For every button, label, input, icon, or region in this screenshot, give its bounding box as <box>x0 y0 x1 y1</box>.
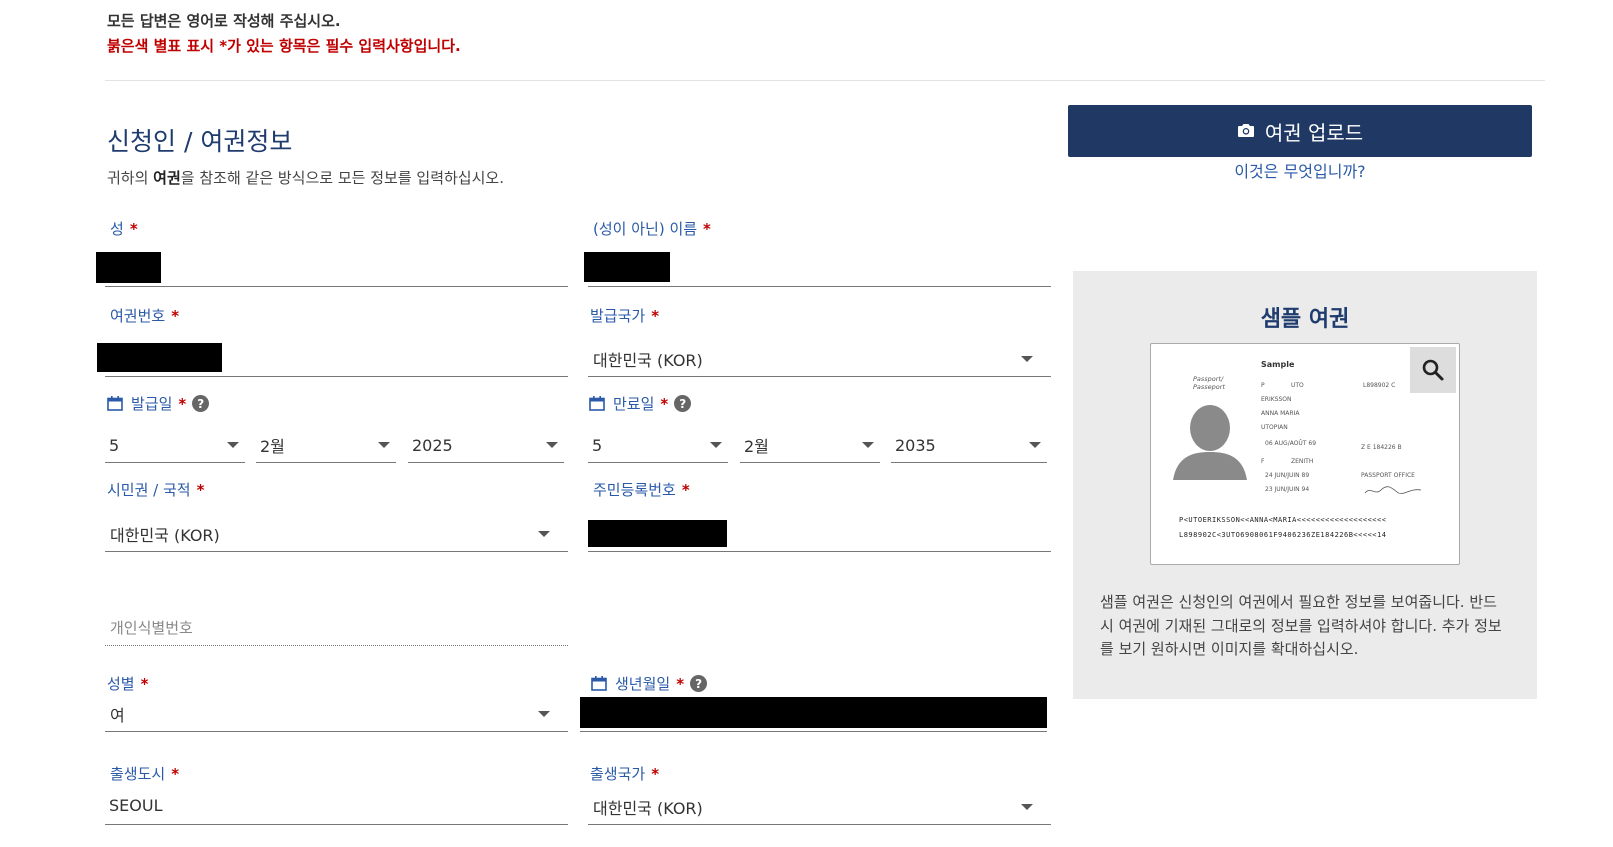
sex-label: 성별 * <box>107 674 149 694</box>
birth-city-input[interactable]: SEOUL <box>105 790 568 825</box>
issue-date-label: 발급일 *? <box>107 393 210 414</box>
upload-button-label: 여권 업로드 <box>1264 120 1364 145</box>
pp-sex: F <box>1261 458 1265 465</box>
given-name-input[interactable] <box>584 252 1051 287</box>
pp-number: L898902 C <box>1363 382 1396 389</box>
expiry-month-value: 2월 <box>744 437 769 456</box>
sample-passport-panel: 샘플 여권 Sample Passport/ Passeport P UTO L… <box>1073 271 1537 699</box>
chevron-down-icon <box>378 442 390 448</box>
expiry-month-select[interactable]: 2월 <box>740 428 880 463</box>
issue-day-select[interactable]: 5 <box>105 428 245 463</box>
birth-country-value: 대한민국 (KOR) <box>593 799 703 818</box>
expiry-date-label: 만료일 *? <box>589 393 692 414</box>
chevron-down-icon <box>862 442 874 448</box>
chevron-down-icon <box>710 442 722 448</box>
help-icon[interactable]: ? <box>192 395 210 412</box>
sample-passport-title: 샘플 여권 <box>1260 307 1350 332</box>
required-notice: 붉은색 별표 표시 *가 있는 항목은 필수 입력사항입니다. <box>107 37 461 55</box>
expiry-year-select[interactable]: 2035 <box>891 428 1047 463</box>
english-notice: 모든 답변은 영어로 작성해 주십시오. <box>107 12 341 30</box>
issue-year-select[interactable]: 2025 <box>408 428 564 463</box>
passport-number-input[interactable] <box>97 342 568 377</box>
issuing-country-select[interactable]: 대한민국 (KOR) <box>588 342 1051 377</box>
chevron-down-icon <box>227 442 239 448</box>
issuing-country-value: 대한민국 (KOR) <box>593 351 703 370</box>
calendar-icon <box>589 396 605 411</box>
pp-mrz-line2: L898902C<3UTO6908061F9406236ZE184226B<<<… <box>1179 531 1387 539</box>
sample-passport-heading: Sample <box>1261 360 1295 369</box>
personal-id-input[interactable]: 개인식별번호 <box>105 611 568 646</box>
sex-select[interactable]: 여 <box>105 697 568 732</box>
citizenship-label: 시민권 / 국적 * <box>107 480 205 500</box>
passport-label: Passport/ Passeport <box>1193 375 1225 391</box>
calendar-icon <box>591 676 607 691</box>
chevron-down-icon <box>1021 356 1033 362</box>
pp-birth-date: 06 AUG/AOÛT 69 <box>1265 440 1317 447</box>
given-name-label: (성이 아닌) 이름 * <box>593 219 711 239</box>
birth-country-select[interactable]: 대한민국 (KOR) <box>588 790 1051 825</box>
pp-issue-date: 24 JUN/JUIN 89 <box>1265 472 1310 479</box>
birth-date-label: 생년월일 *? <box>591 673 708 694</box>
silhouette-icon <box>1173 405 1247 480</box>
birth-country-label: 출생국가 * <box>590 764 660 784</box>
pp-mrz-line1: P<UTOERIKSSON<<ANNA<MARIA<<<<<<<<<<<<<<<… <box>1179 516 1387 524</box>
issue-year-value: 2025 <box>412 435 453 455</box>
sample-passport-image[interactable]: Sample Passport/ Passeport P UTO L898902… <box>1150 343 1460 565</box>
pp-country: UTO <box>1291 382 1304 389</box>
resident-number-input[interactable] <box>588 517 1051 552</box>
passport-number-label: 여권번호 * <box>110 306 180 326</box>
what-is-this-link[interactable]: 이것은 무엇입니까? <box>1068 158 1532 182</box>
search-icon <box>1422 359 1444 381</box>
pp-given: ANNA MARIA <box>1261 410 1300 417</box>
pp-authority: PASSPORT OFFICE <box>1361 472 1415 479</box>
pp-type: P <box>1261 382 1265 389</box>
sample-passport-description: 샘플 여권은 신청인의 여권에서 필요한 정보를 보여줍니다. 반드시 여권에 … <box>1100 593 1502 658</box>
issue-month-value: 2월 <box>260 437 285 456</box>
chevron-down-icon <box>538 531 550 537</box>
issue-month-select[interactable]: 2월 <box>256 428 396 463</box>
birth-date-input[interactable] <box>580 697 1047 732</box>
chevron-down-icon <box>1021 804 1033 810</box>
signature-icon <box>1364 486 1422 494</box>
resident-number-label: 주민등록번호 * <box>593 480 690 500</box>
issuing-country-label: 발급국가 * <box>590 306 660 326</box>
chevron-down-icon <box>538 711 550 717</box>
expiry-year-value: 2035 <box>895 435 936 455</box>
chevron-down-icon <box>546 442 558 448</box>
citizenship-select[interactable]: 대한민국 (KOR) <box>105 517 568 552</box>
section-description: 귀하의 여권을 참조해 같은 방식으로 모든 정보를 입력하십시오. <box>107 169 504 187</box>
section-title: 신청인 / 여권정보 <box>107 127 293 156</box>
birth-city-value: SEOUL <box>109 796 163 815</box>
expiry-day-select[interactable]: 5 <box>588 428 728 463</box>
calendar-icon <box>107 396 123 411</box>
redacted-passport-number <box>97 343 222 372</box>
pp-birth-place: ZENITH <box>1291 458 1314 465</box>
issue-day-value: 5 <box>109 435 120 455</box>
passport-upload-button[interactable]: 여권 업로드 <box>1068 105 1532 157</box>
surname-input[interactable] <box>96 252 568 287</box>
divider <box>105 80 1545 81</box>
chevron-down-icon <box>1029 442 1041 448</box>
pp-nationality: UTOPIAN <box>1261 424 1288 431</box>
surname-label: 성 * <box>110 219 138 239</box>
sex-value: 여 <box>110 706 125 725</box>
pp-expiry-date: 23 JUN/JUIN 94 <box>1265 486 1310 493</box>
pp-surname: ERIKSSON <box>1261 396 1292 403</box>
birth-city-label: 출생도시 * <box>110 764 180 784</box>
redacted-resident-number <box>588 520 727 547</box>
camera-icon <box>1237 119 1255 143</box>
citizenship-value: 대한민국 (KOR) <box>110 526 220 545</box>
pp-personal-no: Z E 184226 B <box>1361 444 1402 451</box>
redacted-given-name <box>584 252 670 282</box>
redacted-birth-date <box>580 697 1047 728</box>
zoom-button[interactable] <box>1410 347 1456 393</box>
redacted-surname <box>96 252 161 283</box>
help-icon[interactable]: ? <box>690 675 708 692</box>
expiry-day-value: 5 <box>592 435 603 455</box>
help-icon[interactable]: ? <box>674 395 692 412</box>
personal-id-placeholder: 개인식별번호 <box>110 619 193 637</box>
